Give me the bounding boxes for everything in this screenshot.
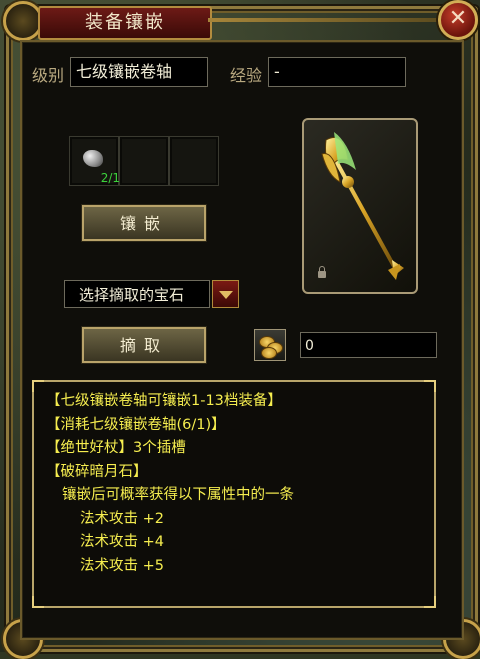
moonstone-icon bbox=[83, 150, 103, 167]
info-line: 法术攻击 +4 bbox=[80, 534, 164, 550]
exp-label: 经验 bbox=[230, 66, 263, 85]
info-line: 【七级镶嵌卷轴可镶嵌1-13档装备】 bbox=[46, 393, 282, 409]
level-field: 七级镶嵌卷轴 bbox=[70, 57, 208, 87]
info-line: 【绝世好杖】3个插槽 bbox=[46, 440, 186, 456]
info-line: 镶嵌后可概率获得以下属性中的一条 bbox=[62, 487, 294, 503]
gold-coins-icon bbox=[254, 329, 286, 361]
corner-decoration bbox=[32, 596, 44, 608]
extract-button[interactable]: 摘取 bbox=[81, 326, 207, 364]
gold-amount-field[interactable]: 0 bbox=[300, 332, 437, 358]
gem-slot-3[interactable] bbox=[169, 136, 219, 186]
lock-icon bbox=[318, 266, 326, 278]
exp-field: - bbox=[268, 57, 406, 87]
corner-decoration bbox=[32, 380, 44, 392]
level-label: 级别 bbox=[32, 66, 65, 85]
info-line: 法术攻击 +2 bbox=[80, 510, 164, 527]
equipment-slot[interactable] bbox=[302, 118, 418, 294]
info-line: 法术攻击 +5 bbox=[80, 557, 164, 574]
title-divider bbox=[208, 18, 448, 22]
info-line: 【消耗七级镶嵌卷轴(6/1)】 bbox=[46, 416, 226, 433]
corner-decoration bbox=[424, 380, 436, 392]
info-line: 【破碎暗月石】 bbox=[46, 463, 148, 480]
gem-slot-2[interactable] bbox=[119, 136, 169, 186]
close-button[interactable]: ✕ bbox=[438, 0, 478, 40]
corner-decoration bbox=[424, 596, 436, 608]
info-panel: 【七级镶嵌卷轴可镶嵌1-13档装备】 【消耗七级镶嵌卷轴(6/1)】 【绝世好杖… bbox=[32, 380, 436, 608]
gem-slot-1[interactable]: 2/1 bbox=[69, 136, 120, 186]
gem-select[interactable]: 选择摘取的宝石 bbox=[64, 280, 210, 308]
slot-count: 2/1 bbox=[100, 171, 120, 185]
coin-icon bbox=[261, 347, 277, 359]
inlay-button[interactable]: 镶嵌 bbox=[81, 204, 207, 242]
chevron-down-icon[interactable] bbox=[212, 280, 239, 308]
window-title: 装备镶嵌 bbox=[38, 6, 212, 40]
